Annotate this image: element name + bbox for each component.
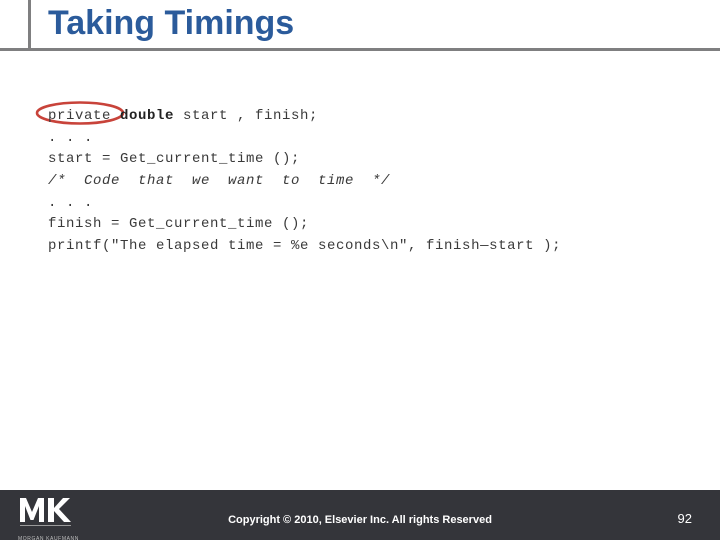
slide-title: Taking Timings [0, 2, 720, 49]
code-keyword-private: private [48, 108, 111, 124]
title-wrap: Taking Timings [0, 2, 720, 49]
publisher-logo-subtext: MORGAN KAUFMANN [18, 536, 80, 540]
code-comment: /* Code that we want to time */ [48, 173, 390, 189]
code-decl-rest: start , finish; [174, 108, 318, 124]
horizontal-rule [0, 48, 720, 51]
slide: Taking Timings private double start , fi… [0, 0, 720, 540]
code-block: private double start , finish; . . . sta… [48, 106, 688, 258]
footer-bar: MORGAN KAUFMANN Copyright © 2010, Elsevi… [0, 490, 720, 540]
code-ellipsis-2: . . . [48, 195, 93, 211]
code-line-printf: printf("The elapsed time = %e seconds\n"… [48, 238, 561, 254]
code-ellipsis-1: . . . [48, 130, 93, 146]
code-line-finish: finish = Get_current_time (); [48, 216, 309, 232]
code-keyword-double: double [111, 108, 174, 124]
copyright-text: Copyright © 2010, Elsevier Inc. All righ… [0, 514, 720, 526]
code-line-start: start = Get_current_time (); [48, 151, 300, 167]
page-number: 92 [678, 511, 692, 526]
code-listing: private double start , finish; . . . sta… [48, 106, 688, 258]
